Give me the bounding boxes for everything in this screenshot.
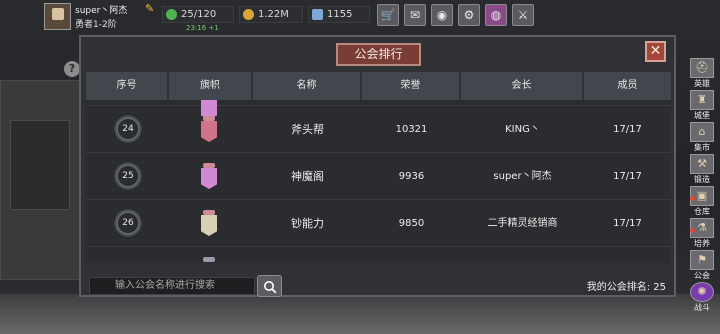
side-item-forge[interactable]: ⚒ 锻造 [688,154,716,184]
side-item-label: 战斗 [694,303,710,312]
close-icon: ✕ [649,43,662,59]
rank-number: 26 [114,209,142,237]
search-icon [264,281,277,294]
side-item-label: 公会 [694,271,710,280]
ground [0,294,720,334]
guild-leader: 二手精灵经销商 [487,218,558,229]
close-button[interactable]: ✕ [645,41,666,62]
gold-counter: 1.22M [239,6,303,23]
gamepad-icon[interactable]: ◉ [431,4,453,26]
side-item-warehouse[interactable]: ▣ 仓库 [688,186,716,216]
table-row[interactable] [86,248,671,263]
side-item-guild[interactable]: ⚑ 公会 [688,250,716,280]
rank-number: 25 [114,162,142,190]
side-item-label: 仓库 [694,207,710,216]
gold-coin-icon [243,9,254,20]
gem-counter: 1155 [308,6,370,23]
side-item-hero[interactable]: ⛑ 英雄 [688,58,716,88]
notification-dot [690,196,695,201]
settings-icon[interactable]: ⚙ [458,4,480,26]
search-button[interactable] [257,275,282,297]
stamina-value: 25/120 [181,9,217,20]
column-header: 旗帜 [169,72,253,100]
helmet-icon: ⛑ [690,58,714,78]
gold-value: 1.22M [258,9,289,20]
table-row[interactable] [86,100,671,120]
guild-honor: 9850 [398,218,425,229]
side-item-label: 英雄 [694,79,710,88]
guild-name: 神魔阁 [291,170,324,183]
top-status-bar: super丶阿杰 勇者1-2阶 ✎ 25/120 23:16 +1 1.22M … [0,0,720,34]
player-rank: 勇者1-2阶 [75,20,117,30]
anvil-icon: ⚒ [690,154,714,174]
stamina-timer: 23:16 +1 [186,24,219,32]
side-item-label: 集市 [694,143,710,152]
side-item-castle[interactable]: ♜ 城堡 [688,90,716,120]
rank-number: 24 [114,115,142,143]
column-header: 序号 [86,72,169,100]
guild-ranking-dialog: 公会排行 ✕ 序号 旗帜 名称 荣誉 会长 成员 24 斧头帮 10321 KI… [79,35,676,297]
cart-icon[interactable]: 🛒 [377,4,399,26]
column-header: 会长 [461,72,584,100]
ruin-gate [10,120,70,210]
guild-honor: 10321 [395,124,428,135]
banner-icon [201,210,217,238]
table-row[interactable]: 25 神魔阁 9936 super丶阿杰 17/17 [86,154,671,200]
my-guild-rank: 我的公会排名: 25 [587,278,666,293]
color-wheel-icon[interactable]: ◍ [485,4,507,26]
table-header: 序号 旗帜 名称 荣誉 会长 成员 [86,72,671,100]
castle-icon: ♜ [690,90,714,110]
side-item-label: 城堡 [694,111,710,120]
column-header: 荣誉 [362,72,461,100]
gem-icon [312,9,323,20]
guild-icon: ⚑ [690,250,714,270]
guild-members: 17/17 [613,124,642,135]
guild-name: 钞能力 [291,217,324,230]
column-header: 名称 [253,72,362,100]
lightning-icon [166,9,177,20]
guild-members: 17/17 [613,171,642,182]
banner-icon [201,116,217,144]
table-row[interactable]: 24 斧头帮 10321 KING丶 17/17 [86,107,671,153]
guild-name: 斧头帮 [291,123,324,136]
stamina-counter: 25/120 [162,6,234,23]
table-row[interactable]: 26 钞能力 9850 二手精灵经销商 17/17 [86,201,671,247]
my-guild-rank-label: 我的公会排名: [586,282,651,293]
mail-icon[interactable]: ✉ [404,4,426,26]
sword-icon[interactable]: ⚔ [512,4,534,26]
dialog-title: 公会排行 [336,43,421,66]
column-header: 成员 [617,80,638,91]
guild-leader: KING丶 [505,124,540,135]
side-item-train[interactable]: ⚗ 培养 [688,218,716,248]
guild-flag [169,201,253,247]
banner-icon [201,163,217,191]
guild-honor: 9936 [398,171,425,182]
my-guild-rank-value: 25 [653,282,666,293]
edit-icon[interactable]: ✎ [145,3,157,15]
gem-value: 1155 [327,9,353,20]
guild-search-input[interactable]: 输入公会名称进行搜索 [89,277,255,295]
side-item-label: 培养 [694,239,710,248]
notification-dot [690,228,695,233]
help-icon[interactable]: ? [64,61,80,77]
avatar[interactable] [44,3,71,30]
market-icon: ⌂ [690,122,714,142]
guild-leader: super丶阿杰 [493,171,552,182]
guild-flag [169,154,253,200]
ranking-list[interactable]: 24 斧头帮 10321 KING丶 17/17 25 神魔阁 9936 sup… [86,100,671,263]
player-name: super丶阿杰 [75,6,128,16]
side-item-battle[interactable]: ✺ 战斗 [688,282,716,312]
guild-members: 17/17 [613,218,642,229]
side-item-label: 锻造 [694,175,710,184]
portal-icon: ✺ [690,282,714,302]
side-item-market[interactable]: ⌂ 集市 [688,122,716,152]
guild-flag [169,107,253,153]
